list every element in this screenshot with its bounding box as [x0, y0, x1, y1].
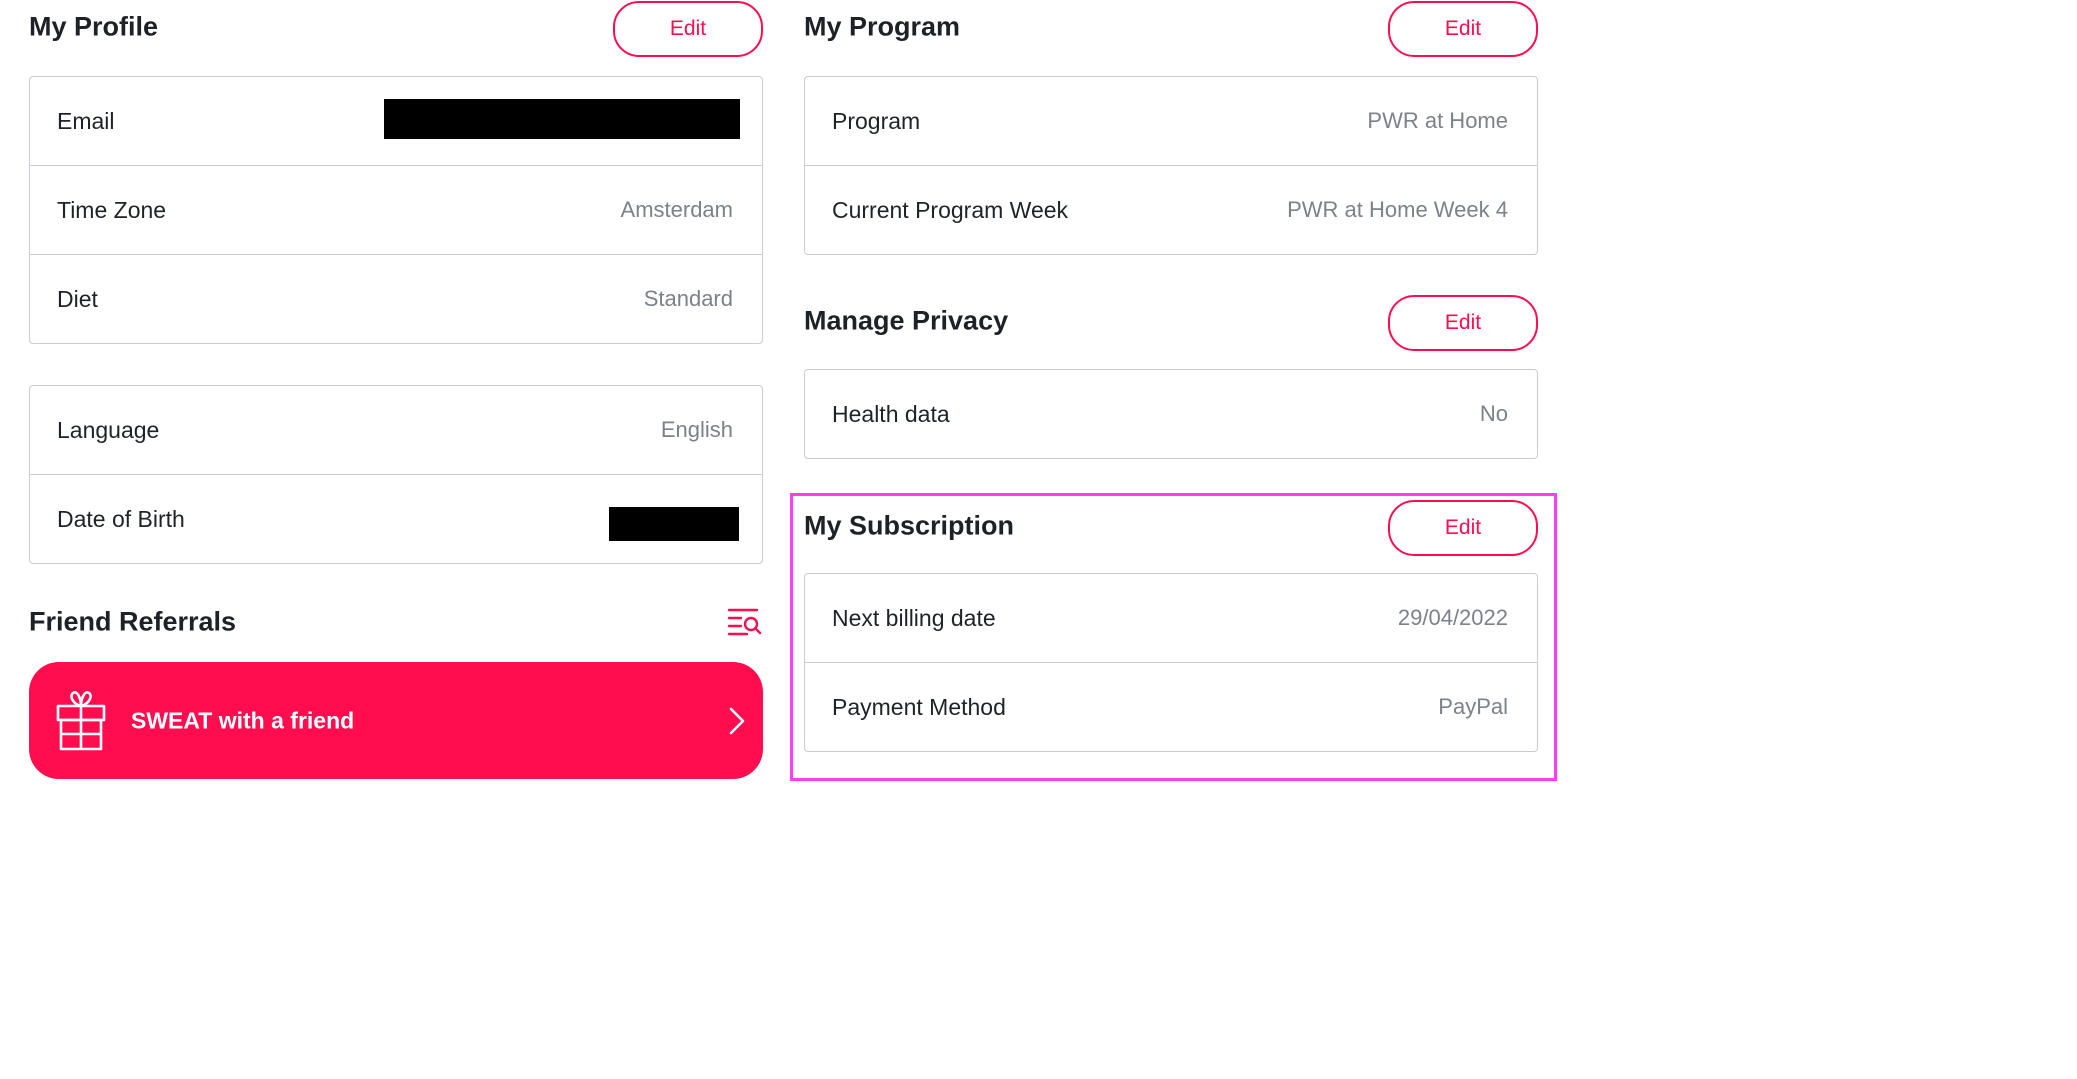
profile-row-timezone[interactable]: Time Zone Amsterdam — [30, 166, 762, 255]
profile-row-diet[interactable]: Diet Standard — [30, 255, 762, 343]
profile-row-language[interactable]: Language English — [30, 386, 762, 475]
program-week-label: Current Program Week — [832, 196, 1069, 223]
gift-icon — [56, 691, 106, 751]
profile-card: Email Time Zone Amsterdam Diet Standard — [29, 76, 763, 344]
privacy-title: Manage Privacy — [804, 305, 1009, 336]
subscription-row-billing[interactable]: Next billing date 29/04/2022 — [805, 574, 1537, 663]
health-data-label: Health data — [832, 400, 950, 427]
privacy-row-health[interactable]: Health data No — [805, 370, 1537, 458]
privacy-edit-button[interactable]: Edit — [1388, 295, 1538, 351]
health-data-value: No — [1479, 401, 1508, 426]
sweat-with-friend-card[interactable]: SWEAT with a friend — [29, 662, 763, 779]
subscription-header: My Subscription Edit — [804, 500, 1538, 556]
program-title: My Program — [804, 11, 961, 42]
timezone-label: Time Zone — [57, 196, 167, 223]
billing-date-value: 29/04/2022 — [1397, 605, 1508, 630]
billing-date-label: Next billing date — [832, 604, 996, 631]
program-row-week[interactable]: Current Program Week PWR at Home Week 4 — [805, 166, 1537, 254]
timezone-value: Amsterdam — [620, 197, 733, 222]
profile-edit-button[interactable]: Edit — [613, 1, 763, 57]
referrals-title: Friend Referrals — [29, 606, 237, 637]
sweat-with-friend-label: SWEAT with a friend — [131, 707, 355, 733]
program-edit-button[interactable]: Edit — [1388, 1, 1538, 57]
subscription-row-payment[interactable]: Payment Method PayPal — [805, 663, 1537, 751]
dob-label: Date of Birth — [57, 505, 185, 532]
subscription-title: My Subscription — [804, 510, 1015, 541]
subscription-edit-button[interactable]: Edit — [1388, 500, 1538, 556]
email-label: Email — [57, 107, 115, 134]
language-label: Language — [57, 416, 160, 443]
diet-value: Standard — [643, 286, 733, 311]
email-redacted — [384, 99, 740, 139]
referrals-header: Friend Referrals — [29, 596, 763, 648]
payment-method-label: Payment Method — [832, 693, 1006, 720]
list-search-icon[interactable] — [727, 606, 763, 638]
program-header: My Program Edit — [804, 1, 1538, 57]
language-value: English — [660, 417, 733, 442]
profile-card-2: Language English Date of Birth — [29, 385, 763, 564]
program-value: PWR at Home — [1367, 108, 1508, 133]
program-row-program[interactable]: Program PWR at Home — [805, 77, 1537, 166]
chevron-right-icon — [729, 707, 745, 735]
program-label: Program — [832, 107, 921, 134]
privacy-card: Health data No — [804, 369, 1538, 459]
account-settings-page: My Profile Edit Email Time Zone Amsterda… — [0, 0, 1565, 1079]
profile-row-dob[interactable]: Date of Birth — [30, 475, 762, 563]
subscription-card: Next billing date 29/04/2022 Payment Met… — [804, 573, 1538, 752]
profile-title: My Profile — [29, 11, 159, 42]
payment-method-value: PayPal — [1438, 694, 1508, 719]
dob-redacted — [609, 507, 739, 541]
program-card: Program PWR at Home Current Program Week… — [804, 76, 1538, 255]
profile-header: My Profile Edit — [29, 1, 763, 57]
program-week-value: PWR at Home Week 4 — [1287, 197, 1508, 222]
profile-row-email[interactable]: Email — [30, 77, 762, 166]
privacy-header: Manage Privacy Edit — [804, 295, 1538, 351]
diet-label: Diet — [57, 285, 98, 312]
